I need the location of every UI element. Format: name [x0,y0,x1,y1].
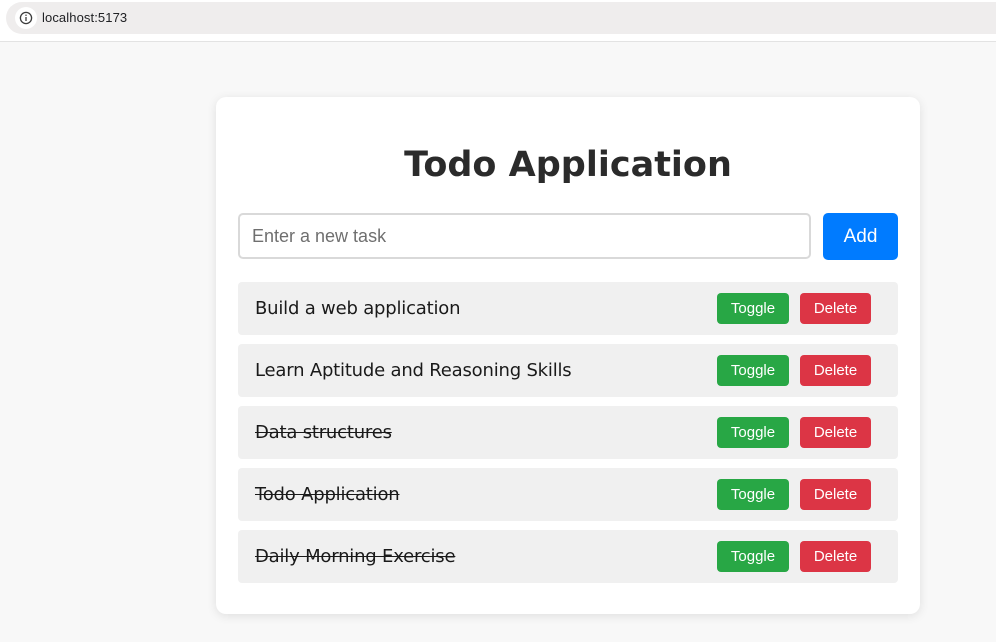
todo-text[interactable]: Learn Aptitude and Reasoning Skills [255,360,572,381]
todo-item: Data structures Toggle Delete [238,406,898,459]
toggle-button[interactable]: Toggle [717,417,789,448]
delete-button[interactable]: Delete [800,479,871,510]
toggle-button[interactable]: Toggle [717,541,789,572]
todo-item: Todo Application Toggle Delete [238,468,898,521]
new-task-input[interactable] [238,213,811,259]
todo-item: Daily Morning Exercise Toggle Delete [238,530,898,583]
delete-button[interactable]: Delete [800,417,871,448]
todo-card: Todo Application Add Build a web applica… [216,97,920,614]
todo-text[interactable]: Todo Application [255,484,400,505]
delete-button[interactable]: Delete [800,293,871,324]
delete-button[interactable]: Delete [800,541,871,572]
toggle-button[interactable]: Toggle [717,293,789,324]
toggle-button[interactable]: Toggle [717,479,789,510]
todo-text[interactable]: Daily Morning Exercise [255,546,456,567]
url-text: localhost:5173 [42,10,128,25]
todo-text[interactable]: Data structures [255,422,392,443]
todo-list: Build a web application Toggle Delete Le… [238,282,898,592]
browser-toolbar: localhost:5173 [0,0,996,42]
page-title: Todo Application [404,145,732,185]
add-button[interactable]: Add [823,213,898,260]
todo-item: Learn Aptitude and Reasoning Skills Togg… [238,344,898,397]
delete-button[interactable]: Delete [800,355,871,386]
todo-item: Build a web application Toggle Delete [238,282,898,335]
todo-text[interactable]: Build a web application [255,298,460,319]
info-icon[interactable] [15,7,37,29]
address-bar[interactable]: localhost:5173 [6,2,996,34]
toggle-button[interactable]: Toggle [717,355,789,386]
